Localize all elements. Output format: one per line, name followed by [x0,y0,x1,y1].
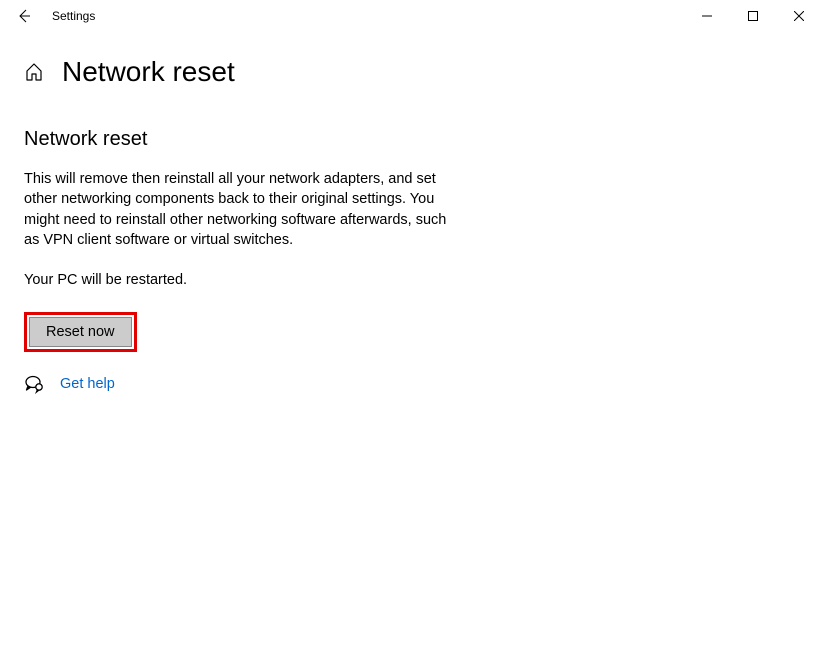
window-controls [684,0,822,32]
restart-note: Your PC will be restarted. [24,272,576,288]
arrow-left-icon [15,8,31,24]
get-help-link[interactable]: Get help [60,376,115,392]
titlebar-left: Settings [0,0,95,32]
app-title: Settings [52,9,95,23]
help-row: Get help [24,374,576,394]
content: Network reset This will remove then rein… [0,88,600,394]
back-button[interactable] [0,0,46,32]
header-row: Network reset [0,32,822,88]
section-heading: Network reset [24,128,576,151]
close-button[interactable] [776,0,822,32]
home-icon[interactable] [24,62,44,82]
home-icon-svg [24,62,44,82]
maximize-icon [748,11,758,21]
minimize-button[interactable] [684,0,730,32]
description-text: This will remove then reinstall all your… [24,169,464,250]
reset-now-button[interactable]: Reset now [29,317,132,347]
minimize-icon [702,11,712,21]
reset-button-highlight: Reset now [24,312,137,352]
page-title: Network reset [62,56,235,88]
maximize-button[interactable] [730,0,776,32]
close-icon [794,11,804,21]
titlebar: Settings [0,0,822,32]
get-help-icon [24,374,44,394]
